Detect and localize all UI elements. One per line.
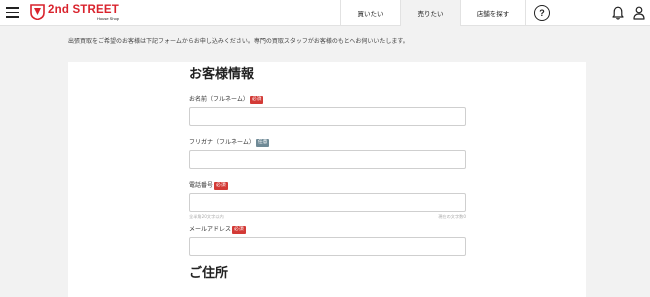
customer-form: お客様情報 お名前（フルネーム） 必須 フリガナ（フルネーム） 任意 電話番号 … <box>189 66 466 283</box>
email-label-text: メールアドレス <box>189 226 232 233</box>
help-icon[interactable]: ? <box>534 5 550 21</box>
phone-char-count: 現在の文字数0 <box>438 214 466 219</box>
name-input[interactable] <box>189 107 466 126</box>
optional-badge: 任意 <box>255 139 270 147</box>
furigana-label: フリガナ（フルネーム） 任意 <box>189 139 466 147</box>
section-title-customer-info: お客様情報 <box>189 67 255 82</box>
required-badge: 必須 <box>214 182 228 190</box>
phone-input[interactable] <box>189 193 466 212</box>
phone-label-text: 電話番号 <box>189 182 214 189</box>
name-label-text: お名前（フルネーム） <box>189 96 249 103</box>
site-header: 2nd STREET House Shop 買いたい 売りたい 店舗を探す ? <box>0 0 650 26</box>
furigana-label-text: フリガナ（フルネーム） <box>189 139 255 146</box>
name-label: お名前（フルネーム） 必須 <box>189 96 466 104</box>
menu-icon[interactable] <box>6 7 19 18</box>
section-title-address: ご住所 <box>189 266 229 281</box>
required-badge: 必須 <box>232 226 246 234</box>
email-input[interactable] <box>189 237 466 256</box>
site-logo[interactable]: 2nd STREET House Shop <box>30 4 119 22</box>
email-label: メールアドレス 必須 <box>189 226 466 234</box>
logo-text: 2nd STREET <box>48 4 120 16</box>
logo-shield-icon <box>30 4 45 20</box>
user-icon[interactable] <box>633 6 645 20</box>
phone-char-limit: 全半角20文字以内 <box>189 214 224 219</box>
phone-hints: 全半角20文字以内 現在の文字数0 <box>189 214 466 219</box>
required-badge: 必須 <box>249 96 264 104</box>
furigana-input[interactable] <box>189 150 466 169</box>
intro-text: 出張買取をご希望のお客様は下記フォームからお申し込みください。専門の買取スタッフ… <box>68 38 409 45</box>
nav-sell[interactable]: 売りたい <box>400 0 460 26</box>
nav-store-search[interactable]: 店舗を探す <box>460 0 526 26</box>
bell-icon[interactable] <box>612 6 624 20</box>
main-nav: 買いたい 売りたい 店舗を探す <box>340 0 526 26</box>
phone-label: 電話番号 必須 <box>189 182 466 190</box>
nav-buy[interactable]: 買いたい <box>340 0 400 26</box>
logo-subtext: House Shop <box>97 16 120 21</box>
